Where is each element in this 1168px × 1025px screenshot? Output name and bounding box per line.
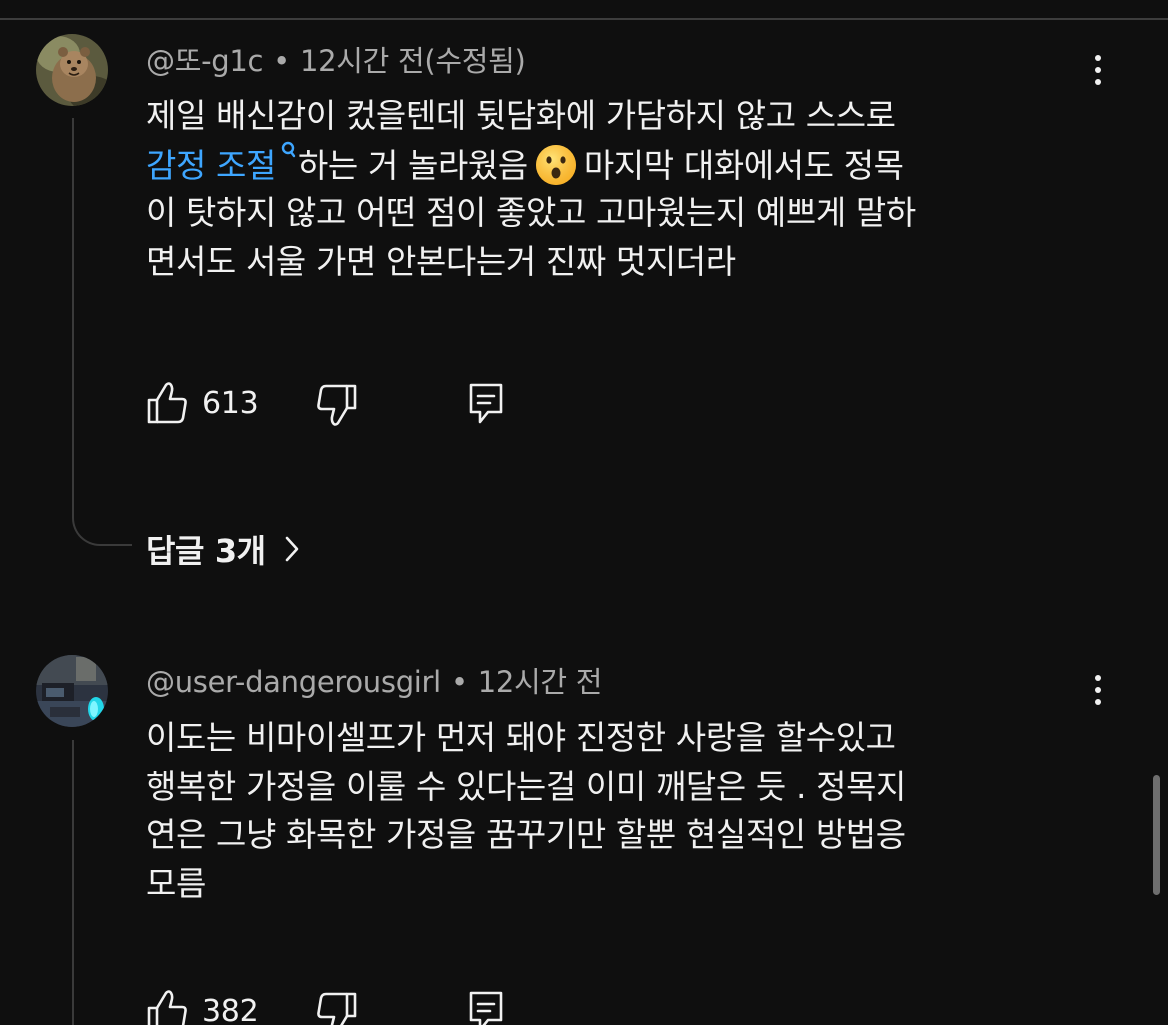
reply-comment-icon [469, 383, 503, 424]
dislike-button[interactable] [316, 382, 358, 428]
meta-separator: • [450, 665, 468, 699]
like-count: 613 [202, 385, 259, 421]
comments-panel: @또-g1c • 12시간 전(수정됨) 제일 배신감이 컸을텐데 뒷담화에 가담하… [0, 0, 1168, 1025]
reply-thread-line [72, 740, 74, 1025]
more-vertical-icon[interactable] [1082, 668, 1114, 712]
desk-scene-avatar-icon[interactable] [36, 655, 108, 727]
view-replies-button[interactable]: 답글 3개 [146, 526, 300, 572]
thumbs-down-icon [317, 384, 357, 426]
meta-separator: • [273, 44, 290, 78]
thumbs-up-icon [147, 990, 187, 1025]
quokka-avatar-icon[interactable] [36, 34, 108, 106]
replies-label: 답글 3개 [146, 532, 266, 570]
comment-time[interactable]: 12시간 전 [478, 665, 603, 699]
chevron-right-icon [285, 536, 299, 562]
comment-line: 제일 배신감이 컸을텐데 뒷담화에 가담하지 않고 스스로 [146, 96, 896, 135]
search-icon [281, 141, 296, 157]
search-link[interactable]: 감정 조절 [146, 141, 298, 185]
comment-meta: @user-dangerousgirl • 12시간 전 [146, 659, 602, 701]
comment-line: 이 탓하지 않고 어떤 점이 좋았고 고마웠는지 예쁘게 말하 [146, 193, 916, 232]
scrollbar-thumb[interactable] [1153, 775, 1160, 895]
reply-thread-curve [72, 516, 132, 546]
dislike-button[interactable] [316, 990, 358, 1025]
comment-line-text: 하는 거 놀라웠음 [297, 145, 528, 185]
reply-button[interactable] [468, 990, 504, 1025]
comment-author[interactable]: @또-g1c [146, 44, 263, 78]
more-vertical-icon[interactable] [1082, 48, 1114, 92]
like-button[interactable]: 382 [146, 988, 259, 1025]
comment-actions: 613 [146, 380, 566, 428]
comment-line: 감정 조절 하는 거 놀라웠음 마지막 대화에서도 정목 [146, 141, 1086, 190]
top-divider [0, 18, 1168, 20]
comment-meta: @또-g1c • 12시간 전(수정됨) [146, 38, 526, 80]
comment-line: 면서도 서울 가면 안본다는거 진짜 멋지더라 [146, 241, 736, 281]
reply-comment-icon [469, 991, 503, 1025]
comment-body: 제일 배신감이 컸을텐데 뒷담화에 가담하지 않고 스스로 감정 조절 하는 거 … [146, 92, 1086, 286]
like-count: 382 [202, 993, 259, 1025]
hushed-face-emoji [535, 144, 576, 185]
like-button[interactable]: 613 [146, 380, 259, 426]
comment-body: 이도는 비마이셀프가 먼저 돼야 진정한 사랑을 할수있고 행복한 가정을 이룰… [146, 714, 1086, 908]
comment-line-text: 마지막 대화에서도 정목 [583, 145, 904, 185]
comment-time[interactable]: 12시간 전(수정됨) [300, 44, 526, 78]
comment-line: 이도는 비마이셀프가 먼저 돼야 진정한 사랑을 할수있고 [146, 718, 896, 757]
comment-author[interactable]: @user-dangerousgirl [146, 665, 441, 699]
reply-button[interactable] [468, 382, 504, 426]
search-link-text: 감정 조절 [146, 145, 276, 185]
comment-line: 연은 그냥 화목한 가정을 꿈꾸기만 할뿐 현실적인 방법응 [146, 815, 906, 854]
thumbs-up-icon [147, 382, 187, 424]
thumbs-down-icon [317, 992, 357, 1025]
reply-thread-line [72, 118, 74, 518]
comment-line: 행복한 가정을 이룰 수 있다는걸 이미 깨달은 듯 . 정목지 [146, 766, 907, 806]
comment-line: 모름 [146, 863, 206, 903]
comment-actions: 382 [146, 988, 566, 1025]
